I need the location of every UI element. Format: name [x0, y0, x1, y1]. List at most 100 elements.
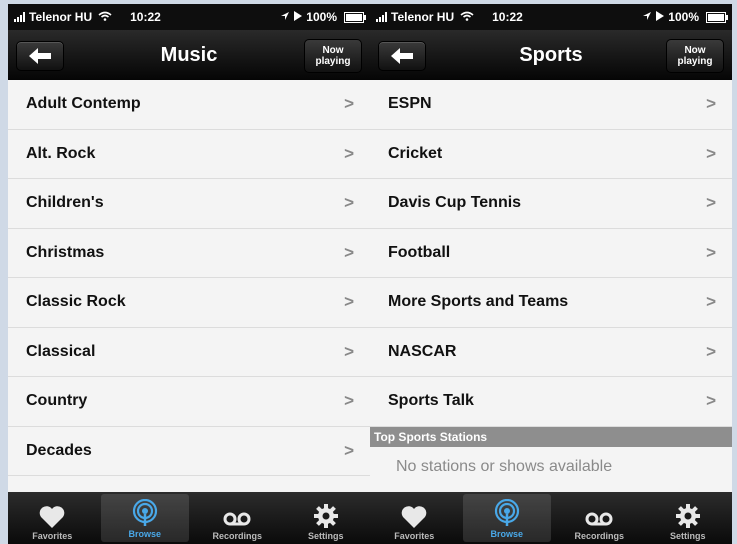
tab-label: Browse	[490, 529, 523, 539]
status-bar: Telenor HU 10:22 100%	[8, 4, 370, 30]
clock: 10:22	[130, 10, 161, 24]
wifi-icon	[460, 10, 474, 24]
list-item-label: Football	[388, 243, 451, 261]
list-item-football[interactable]: Football >	[370, 228, 732, 278]
navigation-bar: Sports Now playing	[370, 30, 732, 80]
battery-icon	[344, 11, 366, 23]
now-playing-label-line2: playing	[677, 56, 713, 67]
back-button[interactable]	[16, 41, 64, 71]
chevron-right-icon: >	[344, 391, 354, 411]
now-playing-button[interactable]: Now playing	[666, 39, 724, 73]
list-item-sports-talk[interactable]: Sports Talk >	[370, 377, 732, 427]
empty-state-message: No stations or shows available	[396, 457, 613, 475]
battery-percent: 100%	[306, 10, 337, 24]
status-bar: Telenor HU 10:22 100%	[370, 4, 732, 30]
list-item-alt-rock[interactable]: Alt. Rock >	[8, 129, 370, 179]
list-item-classical[interactable]: Classical >	[8, 327, 370, 377]
now-playing-label-line2: playing	[315, 56, 351, 67]
list-item-adult-contemp[interactable]: Adult Contemp >	[8, 80, 370, 130]
tab-bar: Favorites Browse Recordings Settings	[8, 492, 370, 544]
chevron-right-icon: >	[706, 193, 716, 213]
signal-icon	[376, 12, 387, 22]
left-arrow-icon	[391, 48, 413, 64]
navigation-bar: Music Now playing	[8, 30, 370, 80]
list-item-cricket[interactable]: Cricket >	[370, 129, 732, 179]
chevron-right-icon: >	[344, 341, 354, 361]
chevron-right-icon: >	[706, 143, 716, 163]
chevron-right-icon: >	[706, 94, 716, 114]
list-item-decades[interactable]: Decades >	[8, 426, 370, 476]
list-item-label: Davis Cup Tennis	[388, 194, 522, 212]
list-item-christmas[interactable]: Christmas >	[8, 228, 370, 278]
wifi-icon	[98, 10, 112, 24]
heart-icon	[39, 506, 65, 528]
list-item-davis-cup-tennis[interactable]: Davis Cup Tennis >	[370, 179, 732, 229]
page-title: Music	[160, 43, 218, 66]
list-item-label: Classic Rock	[26, 293, 126, 311]
now-playing-label-line1: Now	[684, 45, 706, 56]
chevron-right-icon: >	[706, 341, 716, 361]
tab-bar: Favorites Browse Recordings Settings	[370, 492, 732, 544]
tab-recordings[interactable]: Recordings	[193, 492, 282, 544]
list-item-classic-rock[interactable]: Classic Rock >	[8, 278, 370, 328]
tab-label: Favorites	[32, 531, 73, 541]
tab-label: Settings	[669, 531, 706, 541]
list-item-label: Decades	[26, 441, 92, 459]
list-item-label: Country	[26, 392, 88, 410]
tab-browse[interactable]: Browse	[462, 494, 551, 542]
gear-icon	[675, 504, 700, 528]
page-title: Sports	[519, 43, 583, 66]
chevron-right-icon: >	[344, 440, 354, 460]
chevron-right-icon: >	[344, 292, 354, 312]
tab-favorites[interactable]: Favorites	[370, 492, 459, 544]
gear-icon	[313, 504, 338, 528]
list-item-espn[interactable]: ESPN >	[370, 80, 732, 130]
tab-settings[interactable]: Settings	[644, 492, 733, 544]
heart-icon	[401, 506, 427, 528]
tab-label: Settings	[307, 531, 344, 541]
genre-list: Adult Contemp > Alt. Rock > Children's > Ch…	[8, 80, 370, 476]
signal-icon	[14, 12, 25, 22]
battery-icon	[706, 11, 728, 23]
sports-list: ESPN > Cricket > Davis Cup Tennis > Footbal…	[370, 80, 732, 487]
battery-percent: 100%	[668, 10, 699, 24]
tab-recordings[interactable]: Recordings	[555, 492, 644, 544]
now-playing-button[interactable]: Now playing	[304, 39, 362, 73]
chevron-right-icon: >	[706, 391, 716, 411]
broadcast-icon	[132, 499, 157, 526]
chevron-right-icon: >	[344, 94, 354, 114]
tab-label: Favorites	[394, 531, 435, 541]
list-item-childrens[interactable]: Children's >	[8, 179, 370, 229]
location-icon	[642, 10, 652, 24]
list-item-label: ESPN	[388, 95, 432, 113]
now-playing-label-line1: Now	[322, 45, 344, 56]
play-icon	[294, 10, 303, 24]
list-item-nascar[interactable]: NASCAR >	[370, 327, 732, 377]
tab-browse[interactable]: Browse	[100, 494, 189, 542]
voicemail-icon	[223, 512, 251, 526]
list-item-label: More Sports and Teams	[388, 293, 569, 311]
list-item-label: NASCAR	[388, 342, 457, 360]
carrier-name: Telenor HU	[29, 10, 93, 24]
list-item-label: Sports Talk	[388, 392, 474, 410]
list-item-country[interactable]: Country >	[8, 377, 370, 427]
chevron-right-icon: >	[706, 242, 716, 262]
tab-settings[interactable]: Settings	[282, 492, 371, 544]
list-item-more-sports-and-teams[interactable]: More Sports and Teams >	[370, 278, 732, 328]
list-item-label: Adult Contemp	[26, 95, 141, 113]
chevron-right-icon: >	[706, 292, 716, 312]
list-item-label: Alt. Rock	[26, 144, 96, 162]
clock: 10:22	[492, 10, 523, 24]
chevron-right-icon: >	[344, 242, 354, 262]
carrier-name: Telenor HU	[391, 10, 455, 24]
back-button[interactable]	[378, 41, 426, 71]
play-icon	[656, 10, 665, 24]
section-header-top-sports-stations: Top Sports Stations	[370, 426, 732, 447]
tab-favorites[interactable]: Favorites	[8, 492, 97, 544]
voicemail-icon	[585, 512, 613, 526]
list-item-label: Children's	[26, 194, 104, 212]
sports-screen: Telenor HU 10:22 100% Sports Now playing…	[370, 4, 732, 544]
tab-label: Recordings	[212, 531, 262, 541]
list-item-label: Cricket	[388, 144, 443, 162]
tab-label: Browse	[128, 529, 161, 539]
